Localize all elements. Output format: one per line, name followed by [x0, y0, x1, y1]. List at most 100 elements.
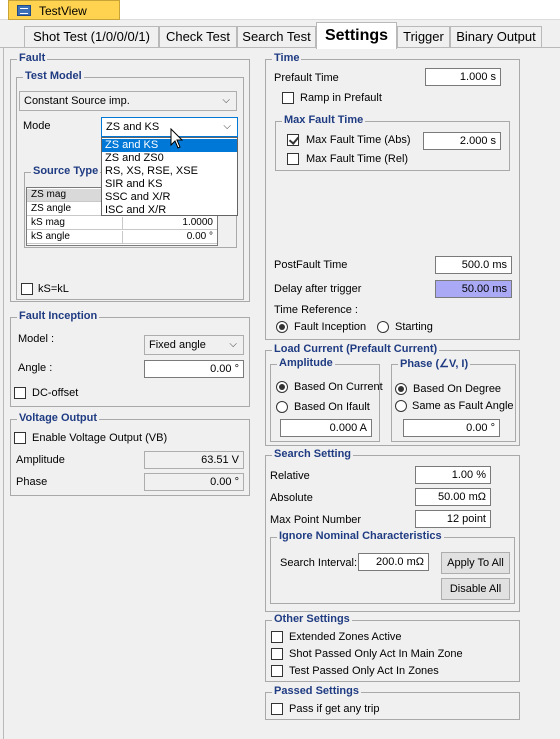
ramp-prefault-label: Ramp in Prefault	[300, 92, 382, 104]
test-model-title: Test Model	[23, 70, 84, 82]
lc-based-degree-label: Based On Degree	[413, 383, 502, 395]
document-tab-label: TestView	[39, 4, 87, 18]
time-group-title: Time	[272, 52, 302, 64]
fault-inception-title: Fault Inception	[17, 310, 100, 322]
model-label: Model :	[18, 333, 55, 345]
grid-row-ks-mag[interactable]: kS mag 1.0000	[27, 217, 217, 230]
dc-offset-label: DC-offset	[32, 387, 79, 399]
other-settings-title: Other Settings	[272, 613, 352, 625]
chevron-down-icon: ⌵	[223, 121, 231, 132]
postfault-time-input[interactable]: 500.0 ms	[435, 256, 512, 274]
relative-input[interactable]: 1.00 %	[415, 466, 491, 484]
mode-value: ZS and KS	[106, 121, 160, 133]
relative-label: Relative	[270, 470, 310, 482]
max-fault-abs-checkbox[interactable]	[287, 134, 299, 146]
max-fault-time-title: Max Fault Time	[282, 114, 366, 126]
mode-option[interactable]: SSC and X/R	[102, 191, 237, 204]
search-interval-label: Search Interval:	[280, 557, 358, 569]
grid-cell-value: 0.00 °	[186, 231, 213, 242]
title-bar: TestView	[0, 0, 560, 20]
test-passed-zones-label: Test Passed Only Act In Zones	[289, 665, 439, 677]
disable-all-button[interactable]: Disable All	[441, 578, 510, 600]
phase-value: 0.00 °	[144, 473, 244, 491]
source-type-title: Source Type	[31, 165, 101, 177]
mode-label: Mode	[23, 120, 51, 132]
ref-starting-radio[interactable]	[377, 321, 389, 333]
prefault-time-label: Prefault Time	[274, 72, 339, 84]
grid-cell-name: kS angle	[31, 231, 70, 242]
postfault-time-label: PostFault Time	[274, 259, 348, 271]
mode-option[interactable]: ISC and X/R	[102, 204, 237, 217]
mode-option[interactable]: SIR and KS	[102, 178, 237, 191]
tab-settings[interactable]: Settings	[316, 22, 397, 49]
grid-row-ks-angle[interactable]: kS angle 0.00 °	[27, 231, 217, 244]
test-view-icon	[17, 5, 31, 16]
lc-based-current-label: Based On Current	[294, 381, 383, 393]
tab-search-test[interactable]: Search Test	[237, 26, 316, 47]
voltage-output-title: Voltage Output	[17, 412, 100, 424]
ramp-prefault-checkbox[interactable]	[282, 92, 294, 104]
lc-based-degree-radio[interactable]	[395, 383, 407, 395]
ref-fault-inception-radio[interactable]	[276, 321, 288, 333]
enable-voltage-checkbox[interactable]	[14, 432, 26, 444]
absolute-input[interactable]: 50.00 mΩ	[415, 488, 491, 506]
mouse-cursor-icon	[170, 128, 184, 149]
search-setting-title: Search Setting	[272, 448, 354, 460]
ks-kl-checkbox[interactable]	[21, 283, 33, 295]
max-point-input[interactable]: 12 point	[415, 510, 491, 528]
max-point-label: Max Point Number	[270, 514, 362, 526]
lc-phase-input[interactable]: 0.00 °	[403, 419, 500, 437]
test-model-value: Constant Source imp.	[24, 95, 130, 107]
ks-kl-label: kS=kL	[38, 283, 69, 295]
max-fault-rel-checkbox[interactable]	[287, 153, 299, 165]
ref-fault-inception-label: Fault Inception	[294, 321, 367, 333]
ignore-nominal-title: Ignore Nominal Characteristics	[277, 530, 444, 542]
chevron-down-icon: ⌵	[222, 95, 230, 106]
delay-trigger-label: Delay after trigger	[274, 283, 362, 295]
time-reference-label: Time Reference :	[274, 304, 358, 316]
extended-zones-checkbox[interactable]	[271, 631, 283, 643]
tab-check-test[interactable]: Check Test	[159, 26, 237, 47]
extended-zones-label: Extended Zones Active	[289, 631, 402, 643]
enable-voltage-label: Enable Voltage Output (VB)	[32, 432, 168, 444]
grid-cell-name: kS mag	[31, 217, 65, 228]
chevron-down-icon: ⌵	[229, 339, 237, 350]
load-current-title: Load Current (Prefault Current)	[272, 343, 440, 355]
grid-cell-name: ZS angle	[31, 203, 72, 214]
lc-amplitude-title: Amplitude	[277, 357, 335, 369]
test-model-select[interactable]: Constant Source imp. ⌵	[19, 91, 237, 111]
tab-shot-test[interactable]: Shot Test (1/0/0/0/1)	[24, 26, 159, 47]
max-fault-abs-input[interactable]: 2.000 s	[423, 132, 501, 150]
ref-starting-label: Starting	[395, 321, 433, 333]
mode-option[interactable]: ZS and ZS0	[102, 152, 237, 165]
apply-to-all-button[interactable]: Apply To All	[441, 552, 510, 574]
lc-based-ifault-label: Based On Ifault	[294, 401, 370, 413]
pass-any-trip-checkbox[interactable]	[271, 703, 283, 715]
inception-model-select[interactable]: Fixed angle ⌵	[144, 335, 244, 355]
amplitude-value: 63.51 V	[144, 451, 244, 469]
lc-same-fault-angle-radio[interactable]	[395, 400, 407, 412]
dc-offset-checkbox[interactable]	[14, 387, 26, 399]
angle-input[interactable]: 0.00 °	[144, 360, 244, 378]
delay-trigger-input[interactable]: 50.00 ms	[435, 280, 512, 298]
prefault-time-input[interactable]: 1.000 s	[425, 68, 501, 86]
phase-label: Phase	[16, 476, 48, 488]
tab-binary-output[interactable]: Binary Output	[450, 26, 542, 47]
tab-trigger[interactable]: Trigger	[397, 26, 450, 47]
lc-same-fault-angle-label: Same as Fault Angle	[412, 400, 514, 412]
grid-cell-name: ZS mag	[31, 189, 67, 200]
angle-label: Angle :	[18, 362, 53, 374]
search-interval-input[interactable]: 200.0 mΩ	[358, 553, 429, 571]
test-passed-zones-checkbox[interactable]	[271, 665, 283, 677]
lc-phase-title: Phase (∠V, I)	[398, 357, 471, 370]
shot-passed-main-zone-checkbox[interactable]	[271, 648, 283, 660]
mode-option[interactable]: RS, XS, RSE, XSE	[102, 165, 237, 178]
grid-cell-value: 1.0000	[182, 217, 213, 228]
lc-based-ifault-radio[interactable]	[276, 401, 288, 413]
lc-amplitude-input[interactable]: 0.000 A	[280, 419, 372, 437]
max-fault-abs-label: Max Fault Time (Abs)	[306, 134, 411, 146]
document-tab[interactable]: TestView	[8, 0, 120, 20]
max-fault-rel-label: Max Fault Time (Rel)	[306, 153, 409, 165]
lc-based-current-radio[interactable]	[276, 381, 288, 393]
inception-model-value: Fixed angle	[149, 339, 206, 351]
